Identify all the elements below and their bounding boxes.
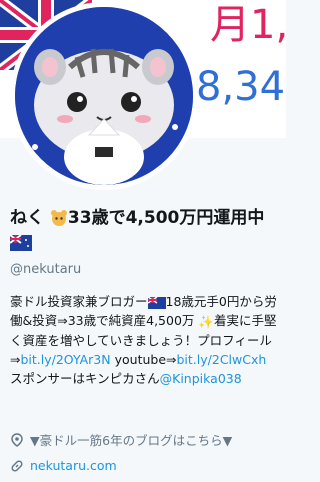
australia-flag-emoji-icon	[10, 235, 32, 251]
sponsor-mention-link[interactable]: @Kinpika038	[160, 371, 242, 386]
url-row: nekutaru.com	[10, 458, 117, 473]
bio-text-5: スポンサーはキンピカさん	[10, 371, 160, 386]
location-text: ▼豪ドル一筋6年のブログはこちら▼	[30, 433, 233, 448]
link-icon	[11, 460, 23, 471]
hamster-emoji-icon	[50, 210, 67, 226]
profile-link[interactable]: bit.ly/2OYAr3N	[20, 352, 110, 367]
banner-text-bottom: 8,34	[196, 64, 286, 110]
screen-name[interactable]: @nekutaru	[10, 262, 81, 277]
youtube-link[interactable]: bit.ly/2ClwCxh	[177, 352, 267, 367]
display-name: ねく 33歳で4,500万円運用中	[10, 206, 278, 256]
avatar[interactable]	[10, 2, 198, 190]
bio-text-1: 豪ドル投資家兼ブロガー	[10, 294, 148, 309]
banner-text-top: 月1,40	[210, 2, 286, 48]
location-pin-icon	[11, 432, 23, 447]
bio-text-4: youtube⇒	[114, 352, 177, 367]
website-link[interactable]: nekutaru.com	[30, 458, 117, 473]
sparkles-icon: ✨	[198, 314, 214, 329]
australia-flag-emoji-icon	[147, 296, 166, 309]
profile-bio: 豪ドル投資家兼ブロガー 18歳元手0円から労働&投資⇒33歳で純資産4,500万 …	[10, 292, 280, 388]
location-row: ▼豪ドル一筋6年のブログはこちら▼	[10, 430, 232, 449]
hamster-illustration-icon	[15, 7, 193, 185]
avatar-image	[15, 7, 193, 185]
